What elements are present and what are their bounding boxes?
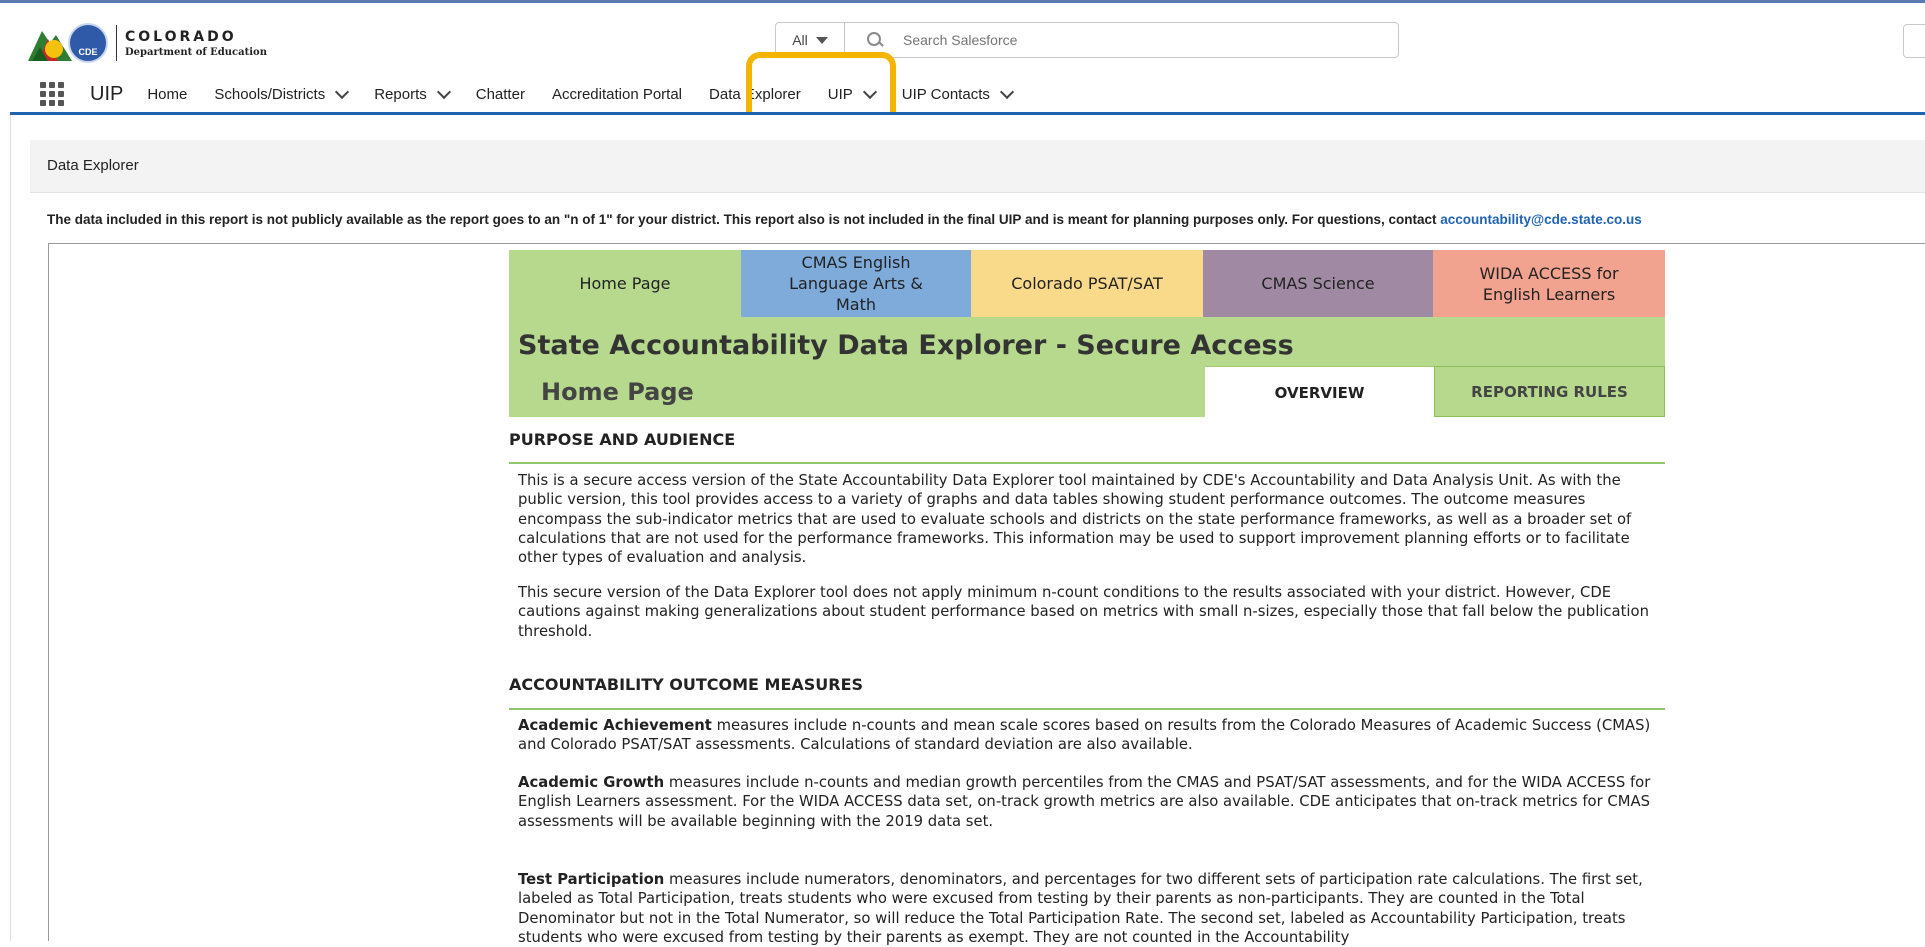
growth-paragraph: Academic Growth measures include n-count… [518, 774, 1651, 830]
cde-seal-icon: CDE [68, 23, 108, 63]
nav-item-reports[interactable]: Reports [374, 84, 451, 103]
tab-overview[interactable]: OVERVIEW [1205, 366, 1434, 418]
contact-email-link[interactable]: accountability@cde.state.co.us [1440, 212, 1641, 227]
participation-paragraph: Test Participation measures include nume… [518, 871, 1643, 946]
tab-colorado-psat-sat[interactable]: Colorado PSAT/SAT [971, 250, 1203, 317]
chevron-down-icon[interactable] [999, 84, 1014, 99]
colorado-flag-icon [28, 23, 72, 63]
logo-divider [116, 25, 117, 61]
app-nav-bar: UIP Home Schools/Districts Reports Chatt… [0, 74, 1925, 114]
header-action-button[interactable] [1903, 24, 1925, 58]
app-name: UIP [90, 82, 124, 105]
search-scope-label: All [792, 32, 808, 48]
dashboard-subtitle: Home Page [541, 378, 694, 406]
nav-item-data-explorer[interactable]: Data Explorer [709, 86, 801, 103]
app-launcher-icon[interactable] [40, 82, 64, 106]
purpose-paragraph-2: This secure version of the Data Explorer… [518, 584, 1649, 640]
section-heading-measures: ACCOUNTABILITY OUTCOME MEASURES [509, 675, 864, 694]
nav-item-chatter[interactable]: Chatter [476, 86, 525, 103]
section-divider [509, 462, 1665, 464]
global-search: All [775, 22, 1399, 58]
logo-subtitle: Department of Education [125, 46, 267, 58]
search-scope-dropdown[interactable]: All [776, 23, 845, 57]
tab-reporting-rules[interactable]: REPORTING RULES [1434, 366, 1665, 417]
nav-item-uip[interactable]: UIP [828, 84, 877, 103]
search-icon [867, 32, 883, 48]
page-header: Data Explorer [30, 140, 1925, 193]
nav-items: Home Schools/Districts Reports Chatter A… [147, 84, 1039, 103]
section-heading-purpose: PURPOSE AND AUDIENCE [509, 430, 736, 449]
disclaimer-notice: The data included in this report is not … [47, 212, 1642, 227]
nav-item-home[interactable]: Home [147, 86, 187, 103]
nav-item-accreditation-portal[interactable]: Accreditation Portal [552, 86, 682, 103]
section-divider [509, 708, 1665, 710]
page-title: Data Explorer [47, 157, 139, 174]
chevron-down-icon[interactable] [862, 84, 877, 99]
chevron-down-icon[interactable] [436, 84, 451, 99]
tab-wida-access[interactable]: WIDA ACCESS for English Learners [1433, 250, 1665, 317]
cde-logo[interactable]: CDE COLORADO Department of Education [28, 20, 267, 66]
nav-item-uip-contacts[interactable]: UIP Contacts [902, 84, 1014, 103]
nav-item-schools-districts[interactable]: Schools/Districts [214, 84, 350, 103]
logo-title: COLORADO [125, 28, 237, 45]
dashboard-tabs: Home Page CMAS English Language Arts & M… [509, 250, 1665, 317]
top-border [0, 0, 1925, 10]
dashboard-title: State Accountability Data Explorer - Sec… [518, 330, 1294, 361]
caret-down-icon [815, 36, 828, 44]
chevron-down-icon[interactable] [335, 84, 350, 99]
achievement-paragraph: Academic Achievement measures include n-… [518, 717, 1651, 754]
tab-home-page[interactable]: Home Page [509, 250, 741, 317]
search-input[interactable] [901, 31, 1385, 49]
global-header: CDE COLORADO Department of Education All… [0, 10, 1925, 113]
tab-cmas-ela-math[interactable]: CMAS English Language Arts & Math [741, 250, 971, 317]
tab-cmas-science[interactable]: CMAS Science [1203, 250, 1433, 317]
purpose-paragraph-1: This is a secure access version of the S… [518, 472, 1632, 567]
